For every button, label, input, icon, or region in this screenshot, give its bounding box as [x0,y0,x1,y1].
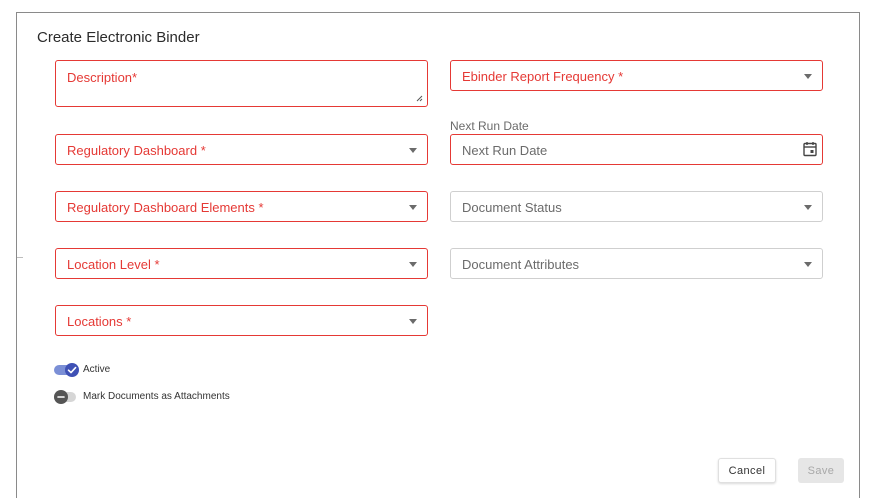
document-attributes-label: Document Attributes [462,257,580,272]
regulatory-dashboard-elements-select[interactable]: Regulatory Dashboard Elements * [55,191,428,222]
cancel-button[interactable]: Cancel [718,458,776,483]
locations-label: Locations * [67,314,132,329]
location-level-label: Location Level * [67,257,160,272]
document-attributes-select[interactable]: Document Attributes [450,248,823,279]
active-toggle[interactable]: Active [54,363,174,377]
caret-down-icon [804,74,812,79]
caret-down-icon [409,319,417,324]
regulatory-dashboard-elements-label: Regulatory Dashboard Elements * [67,200,264,215]
next-run-date-caption: Next Run Date [450,119,529,133]
active-toggle-label: Active [83,364,111,375]
description-label: Description* [67,70,138,85]
caret-down-icon [804,262,812,267]
calendar-icon[interactable] [803,141,817,157]
next-run-date-input[interactable]: Next Run Date [450,134,823,165]
mark-attachments-toggle[interactable]: Mark Documents as Attachments [54,390,254,404]
regulatory-dashboard-label: Regulatory Dashboard * [67,143,206,158]
save-button[interactable]: Save [798,458,844,483]
caret-down-icon [804,205,812,210]
resize-handle-icon[interactable] [416,95,423,102]
document-status-label: Document Status [462,200,562,215]
caret-down-icon [409,262,417,267]
caret-down-icon [409,148,417,153]
active-toggle-knob [65,363,79,377]
description-textarea[interactable]: Description* [55,60,428,107]
check-icon [67,366,77,374]
location-level-select[interactable]: Location Level * [55,248,428,279]
mark-attachments-toggle-knob [54,390,68,404]
ebinder-report-frequency-label: Ebinder Report Frequency * [462,69,624,84]
document-status-select[interactable]: Document Status [450,191,823,222]
mark-attachments-toggle-label: Mark Documents as Attachments [83,391,230,402]
minus-icon [57,396,65,398]
create-electronic-binder-dialog: Create Electronic Binder Description* Re… [16,12,860,498]
regulatory-dashboard-select[interactable]: Regulatory Dashboard * [55,134,428,165]
locations-select[interactable]: Locations * [55,305,428,336]
dialog-title: Create Electronic Binder [37,29,200,46]
caret-down-icon [409,205,417,210]
edge-tick [17,257,23,258]
next-run-date-placeholder: Next Run Date [462,143,548,158]
ebinder-report-frequency-select[interactable]: Ebinder Report Frequency * [450,60,823,91]
